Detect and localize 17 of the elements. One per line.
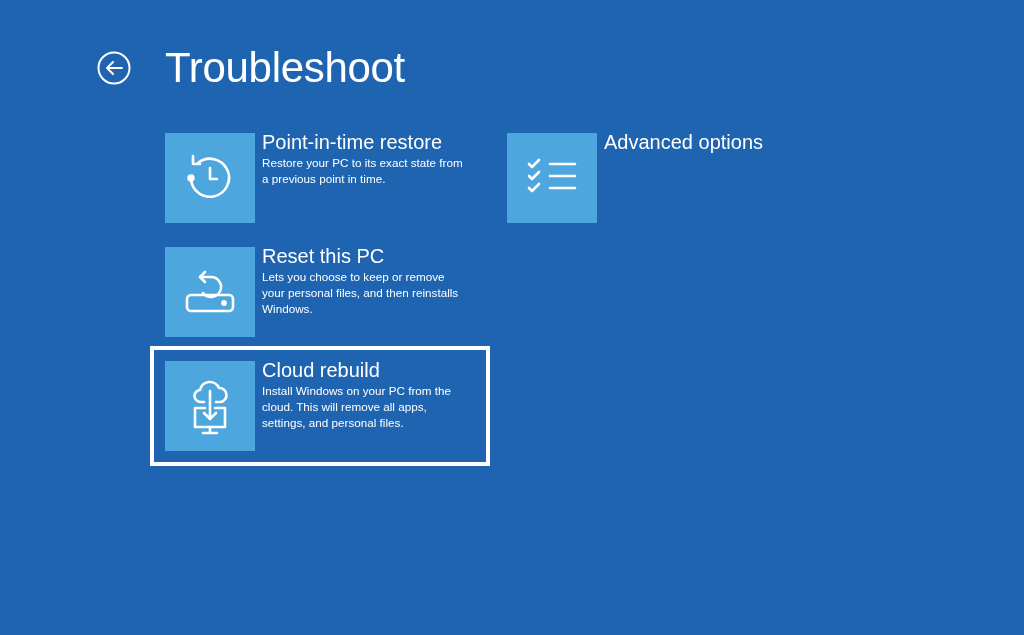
page-title: Troubleshoot xyxy=(165,43,405,93)
option-title: Advanced options xyxy=(604,130,763,154)
option-description: Install Windows on your PC from the cloud. This will remove all apps, settings, and personal files. xyxy=(262,383,453,431)
option-title: Cloud rebuild xyxy=(262,358,380,382)
back-button[interactable] xyxy=(97,51,131,85)
option-description: Lets you choose to keep or remove your personal files, and then reinstalls Windows. xyxy=(262,269,460,317)
option-description: Restore your PC to its exact state from a previous point in time. xyxy=(262,155,464,187)
option-title: Reset this PC xyxy=(262,244,385,268)
option-button[interactable]: Reset this PC Lets you choose to keep or remove your personal files, and then reinstalls Windows. xyxy=(150,232,490,346)
checklist-icon xyxy=(507,133,597,223)
option-title: Point-in-time restore xyxy=(262,130,443,154)
cloud-download-monitor-icon xyxy=(165,361,255,451)
option-button[interactable]: Cloud rebuild Install Windows on your PC from the cloud. This will remove all apps, settings, and personal files. xyxy=(150,346,490,466)
drive-reset-icon xyxy=(165,247,255,337)
option-button[interactable]: Advanced options xyxy=(492,118,832,232)
clock-restore-icon xyxy=(165,133,255,223)
option-button[interactable]: Point-in-time restore Restore your PC to its exact state from a previous point in time. xyxy=(150,118,490,232)
